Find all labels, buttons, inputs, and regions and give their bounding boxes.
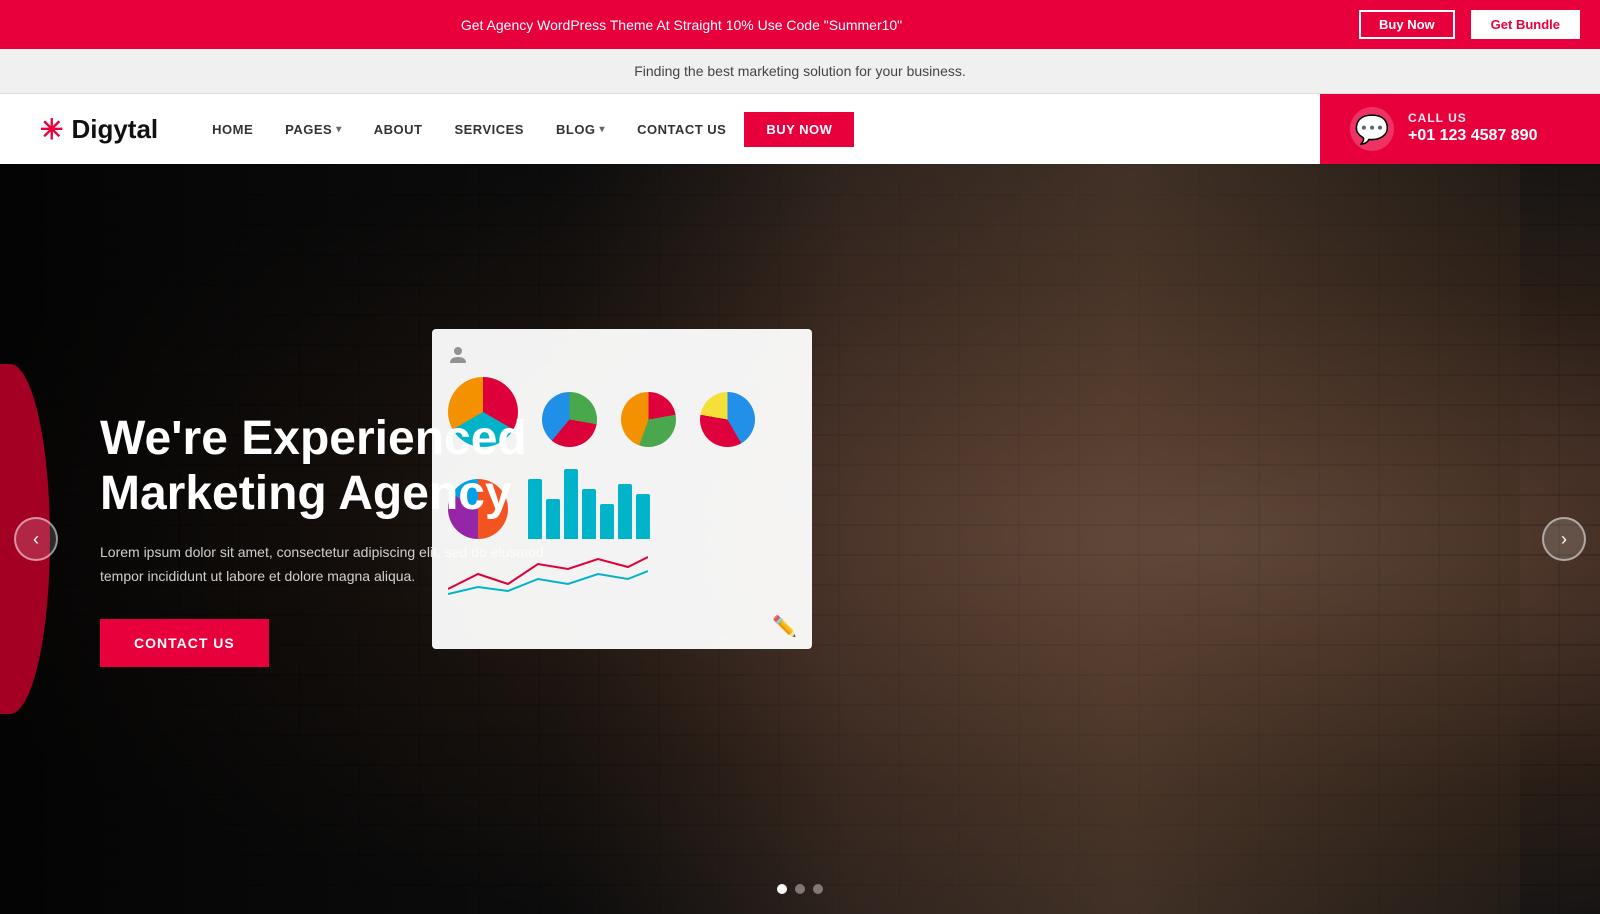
announcement-text: Get Agency WordPress Theme At Straight 1…	[20, 17, 1343, 33]
carousel-dot-1[interactable]	[777, 884, 787, 894]
carousel-dot-3[interactable]	[813, 884, 823, 894]
chevron-down-icon: ▾	[336, 124, 342, 135]
nav-about[interactable]: ABOUT	[360, 114, 437, 145]
contact-us-hero-button[interactable]: CONTACT US	[100, 619, 269, 667]
carousel-dot-2[interactable]	[795, 884, 805, 894]
buy-now-nav-button[interactable]: BUY NOW	[744, 112, 854, 147]
nav-contact-us[interactable]: CONTACT US	[623, 114, 740, 145]
header: ✳ Digytal HOME PAGES ▾ ABOUT SERVICES BL…	[0, 94, 1600, 164]
carousel-dots	[777, 884, 823, 894]
chat-icon: 💬	[1350, 107, 1394, 151]
nav-home[interactable]: HOME	[198, 114, 267, 145]
nav-pages[interactable]: PAGES ▾	[271, 114, 356, 145]
chevron-left-icon: ‹	[33, 529, 39, 550]
bar-7	[636, 494, 650, 539]
hero-content: We're Experienced Marketing Agency Lorem…	[100, 411, 620, 667]
pie-chart-3	[621, 392, 676, 447]
chevron-right-icon: ›	[1561, 529, 1567, 550]
person-icon	[448, 345, 468, 365]
hero-section: ✏️ We're Experienced Marketing Agency Lo…	[0, 164, 1600, 914]
bar-6	[618, 484, 632, 539]
logo-star-icon: ✳	[40, 113, 63, 146]
pen-icon: ✏️	[772, 614, 797, 639]
logo[interactable]: ✳ Digytal	[40, 113, 158, 146]
chevron-down-icon: ▾	[600, 124, 606, 135]
hero-title: We're Experienced Marketing Agency	[100, 411, 620, 521]
pie-chart-4	[700, 392, 755, 447]
nav-blog[interactable]: BLOG ▾	[542, 114, 619, 145]
sub-announcement-text: Finding the best marketing solution for …	[634, 63, 966, 79]
announcement-bar: Get Agency WordPress Theme At Straight 1…	[0, 0, 1600, 49]
call-us-number: +01 123 4587 890	[1408, 126, 1537, 147]
nav-services[interactable]: SERVICES	[440, 114, 538, 145]
sub-announcement-bar: Finding the best marketing solution for …	[0, 49, 1600, 94]
call-us-bar: 💬 CALL US +01 123 4587 890	[1320, 94, 1600, 164]
get-bundle-button[interactable]: Get Bundle	[1471, 10, 1580, 39]
buy-now-announcement-button[interactable]: Buy Now	[1359, 10, 1455, 39]
call-us-text: CALL US +01 123 4587 890	[1408, 111, 1537, 147]
carousel-next-button[interactable]: ›	[1542, 517, 1586, 561]
call-us-label: CALL US	[1408, 111, 1537, 127]
carousel-prev-button[interactable]: ‹	[14, 517, 58, 561]
logo-text: Digytal	[71, 114, 158, 145]
hero-description: Lorem ipsum dolor sit amet, consectetur …	[100, 541, 580, 589]
